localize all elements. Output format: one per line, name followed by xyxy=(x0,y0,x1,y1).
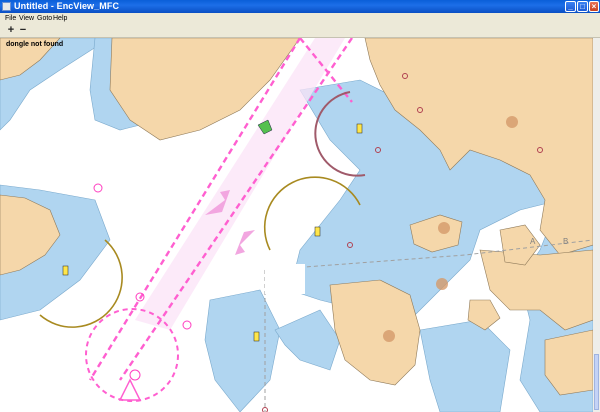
maximize-button[interactable]: □ xyxy=(577,1,588,12)
inset-patch xyxy=(265,264,305,294)
warning-triangle-icon xyxy=(118,378,142,401)
menu-view[interactable]: View xyxy=(19,13,34,24)
window-title: Untitled - EncView_MFC xyxy=(14,1,120,11)
restricted-area-circle xyxy=(85,308,179,402)
zoom-in-button[interactable]: + xyxy=(6,25,16,36)
scrollbar-thumb[interactable] xyxy=(594,354,599,410)
status-message: dongle not found xyxy=(6,41,64,48)
menu-help[interactable]: Help xyxy=(53,13,67,24)
menu-goto[interactable]: Goto xyxy=(37,13,52,24)
minimize-button[interactable]: _ xyxy=(565,1,576,12)
nautical-chart[interactable]: A B xyxy=(0,38,593,412)
traffic-arrow-icon xyxy=(235,230,255,255)
close-button[interactable]: × xyxy=(589,1,599,12)
chart-view[interactable]: A B dongle not found xyxy=(0,38,593,412)
marker-b-label: B xyxy=(563,237,568,246)
title-bar: Untitled - EncView_MFC _ □ × xyxy=(0,0,600,13)
toolbar: + − xyxy=(0,24,600,38)
menu-bar: File View Goto Help xyxy=(0,13,600,24)
marker-a-label: A xyxy=(530,237,536,246)
app-icon xyxy=(2,2,11,11)
menu-file[interactable]: File xyxy=(5,13,16,24)
zoom-out-button[interactable]: − xyxy=(18,25,28,36)
